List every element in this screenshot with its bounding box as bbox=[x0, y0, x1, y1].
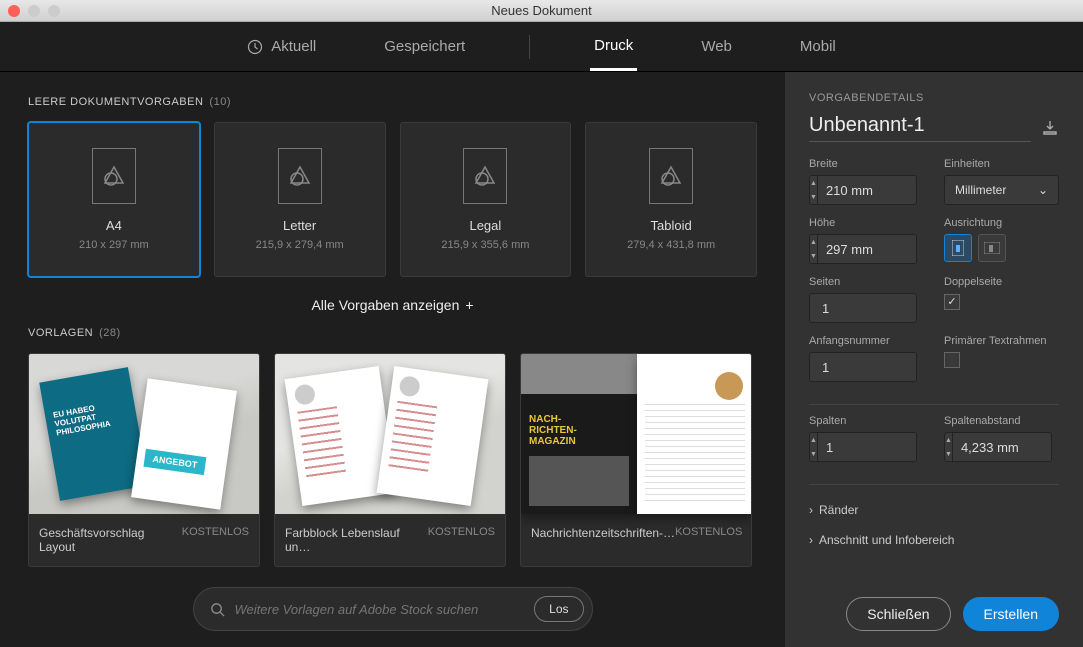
orientation-label: Ausrichtung bbox=[944, 217, 1059, 229]
show-all-presets-button[interactable]: Alle Vorgaben anzeigen+ bbox=[28, 277, 757, 327]
tab-separator bbox=[529, 35, 530, 59]
decrement-button[interactable]: ▼ bbox=[810, 190, 817, 204]
template-card[interactable]: Geschäftsvorschlag LayoutKOSTENLOS bbox=[28, 353, 260, 567]
decrement-button[interactable]: ▼ bbox=[945, 447, 952, 461]
facing-pages-label: Doppelseite bbox=[944, 276, 1059, 288]
width-input[interactable]: ▲▼ bbox=[809, 175, 917, 205]
template-thumbnail bbox=[275, 354, 505, 514]
units-select[interactable]: Millimeter ⌄ bbox=[944, 175, 1059, 205]
page-icon bbox=[92, 148, 136, 204]
units-label: Einheiten bbox=[944, 158, 1059, 170]
templates-grid: Geschäftsvorschlag LayoutKOSTENLOS Farbb… bbox=[28, 353, 757, 567]
create-button[interactable]: Erstellen bbox=[963, 597, 1059, 631]
template-card[interactable]: Nachrichtenzeitschriften-…KOSTENLOS bbox=[520, 353, 752, 567]
primary-textframe-checkbox[interactable] bbox=[944, 352, 960, 368]
tab-saved[interactable]: Gespeichert bbox=[380, 24, 469, 69]
columns-input[interactable]: ▲▼ bbox=[809, 432, 917, 462]
template-thumbnail bbox=[521, 354, 751, 514]
divider bbox=[809, 404, 1059, 405]
increment-button[interactable]: ▲ bbox=[810, 433, 817, 447]
margins-accordion[interactable]: ›Ränder bbox=[809, 495, 1059, 525]
preset-details-panel: VORGABENDETAILS Unbenannt-1 Breite ▲▼ Ei… bbox=[785, 72, 1083, 647]
columns-label: Spalten bbox=[809, 415, 924, 427]
height-label: Höhe bbox=[809, 217, 924, 229]
template-thumbnail bbox=[29, 354, 259, 514]
stock-search-box[interactable]: Los bbox=[193, 587, 593, 631]
tab-print[interactable]: Druck bbox=[590, 23, 637, 71]
startnum-label: Anfangsnummer bbox=[809, 335, 924, 347]
gutter-label: Spaltenabstand bbox=[944, 415, 1059, 427]
orientation-landscape-button[interactable] bbox=[978, 234, 1006, 262]
stock-search-input[interactable] bbox=[235, 602, 525, 617]
pages-input[interactable] bbox=[809, 293, 917, 323]
close-button[interactable]: Schließen bbox=[846, 597, 950, 631]
increment-button[interactable]: ▲ bbox=[945, 433, 952, 447]
decrement-button[interactable]: ▼ bbox=[810, 447, 817, 461]
presets-templates-panel: LEERE DOKUMENTVORGABEN(10) A4 210 x 297 … bbox=[0, 72, 785, 647]
search-icon bbox=[210, 602, 225, 617]
tab-mobile[interactable]: Mobil bbox=[796, 24, 840, 69]
blank-presets-grid: A4 210 x 297 mm Letter 215,9 x 279,4 mm … bbox=[28, 122, 757, 277]
clock-icon bbox=[247, 39, 263, 55]
pages-label: Seiten bbox=[809, 276, 924, 288]
preset-a4[interactable]: A4 210 x 297 mm bbox=[28, 122, 200, 277]
increment-button[interactable]: ▲ bbox=[810, 176, 817, 190]
page-icon bbox=[463, 148, 507, 204]
primary-textframe-label: Primärer Textrahmen bbox=[944, 335, 1059, 347]
page-icon bbox=[278, 148, 322, 204]
preset-legal[interactable]: Legal 215,9 x 355,6 mm bbox=[400, 122, 572, 277]
template-card[interactable]: Farbblock Lebenslauf un…KOSTENLOS bbox=[274, 353, 506, 567]
chevron-right-icon: › bbox=[809, 533, 813, 547]
divider bbox=[809, 484, 1059, 485]
plus-icon: + bbox=[465, 297, 473, 313]
increment-button[interactable]: ▲ bbox=[810, 235, 817, 249]
width-label: Breite bbox=[809, 158, 924, 170]
startnum-input[interactable] bbox=[809, 352, 917, 382]
tab-recent[interactable]: Aktuell bbox=[243, 24, 320, 69]
preset-tabloid[interactable]: Tabloid 279,4 x 431,8 mm bbox=[585, 122, 757, 277]
page-icon bbox=[649, 148, 693, 204]
decrement-button[interactable]: ▼ bbox=[810, 249, 817, 263]
search-go-button[interactable]: Los bbox=[534, 596, 583, 622]
chevron-down-icon: ⌄ bbox=[1038, 183, 1048, 197]
bleed-accordion[interactable]: ›Anschnitt und Infobereich bbox=[809, 525, 1059, 555]
height-input[interactable]: ▲▼ bbox=[809, 234, 917, 264]
category-tabs: Aktuell Gespeichert Druck Web Mobil bbox=[0, 22, 1083, 72]
document-name-input[interactable]: Unbenannt-1 bbox=[809, 114, 1031, 142]
gutter-input[interactable]: ▲▼ bbox=[944, 432, 1052, 462]
preset-letter[interactable]: Letter 215,9 x 279,4 mm bbox=[214, 122, 386, 277]
window-titlebar: Neues Dokument bbox=[0, 0, 1083, 22]
save-preset-icon[interactable] bbox=[1041, 119, 1059, 137]
tab-web[interactable]: Web bbox=[697, 24, 736, 69]
facing-pages-checkbox[interactable]: ✓ bbox=[944, 294, 960, 310]
chevron-right-icon: › bbox=[809, 503, 813, 517]
templates-heading: VORLAGEN(28) bbox=[28, 327, 757, 339]
blank-presets-heading: LEERE DOKUMENTVORGABEN(10) bbox=[28, 96, 757, 108]
orientation-portrait-button[interactable] bbox=[944, 234, 972, 262]
window-title: Neues Dokument bbox=[0, 3, 1083, 18]
details-heading: VORGABENDETAILS bbox=[809, 92, 1059, 104]
